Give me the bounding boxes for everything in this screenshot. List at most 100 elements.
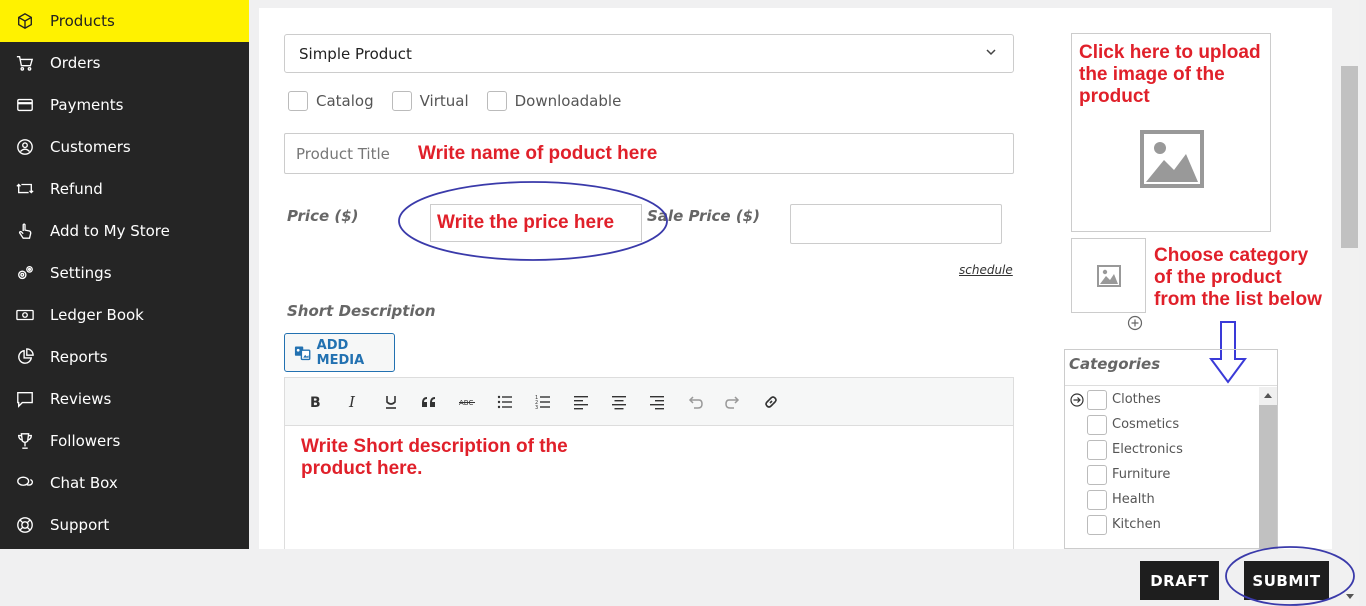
scroll-down-icon[interactable] <box>1345 593 1355 601</box>
redo-icon <box>725 395 740 409</box>
category-checkbox[interactable] <box>1087 489 1107 510</box>
editor-content[interactable]: Write Short description of the product h… <box>285 426 1013 490</box>
scroll-up-icon[interactable] <box>1263 391 1273 399</box>
align-right-icon <box>650 395 664 409</box>
sidebar-item-support[interactable]: Support <box>0 504 249 546</box>
pie-chart-icon <box>0 348 50 366</box>
add-gallery-image-icon[interactable] <box>1127 315 1143 331</box>
sidebar-item-followers[interactable]: Followers <box>0 420 249 462</box>
sidebar-item-label: Chat Box <box>50 474 118 492</box>
product-options: Catalog Virtual Downloadable <box>288 91 639 111</box>
money-icon <box>0 306 50 324</box>
bold-button[interactable]: B <box>296 387 334 417</box>
undo-icon <box>688 395 703 409</box>
bullet-list-icon <box>497 395 512 408</box>
category-item-cosmetics[interactable]: Cosmetics <box>1065 412 1261 437</box>
option-downloadable[interactable]: Downloadable <box>486 91 622 111</box>
sidebar-item-orders[interactable]: Orders <box>0 42 249 84</box>
undo-button[interactable] <box>676 387 714 417</box>
catalog-checkbox[interactable] <box>288 91 308 111</box>
downloadable-checkbox[interactable] <box>486 91 507 111</box>
title-annotation: Write name of poduct here <box>418 143 658 164</box>
sidebar-item-add-to-my-store[interactable]: Add to My Store <box>0 210 249 252</box>
expand-arrow-icon[interactable] <box>1070 393 1084 407</box>
align-center-icon <box>612 395 626 409</box>
sidebar-item-products[interactable]: Products <box>0 0 249 42</box>
categories-title: Categories <box>1065 350 1277 386</box>
underline-button[interactable] <box>372 387 410 417</box>
option-label: Virtual <box>419 92 469 110</box>
sale-price-input[interactable] <box>790 204 1002 244</box>
sidebar-item-customers[interactable]: Customers <box>0 126 249 168</box>
trophy-icon <box>0 432 50 450</box>
page-scrollbar-thumb[interactable] <box>1341 66 1358 248</box>
sidebar-item-label: Orders <box>50 54 101 72</box>
gallery-thumbnail[interactable] <box>1071 238 1146 313</box>
sidebar-item-label: Support <box>50 516 110 534</box>
align-left-button[interactable] <box>562 387 600 417</box>
category-item-clothes[interactable]: Clothes <box>1065 387 1261 412</box>
bullet-list-button[interactable] <box>486 387 524 417</box>
virtual-checkbox[interactable] <box>391 91 412 111</box>
sidebar-item-reports[interactable]: Reports <box>0 336 249 378</box>
sidebar-item-refund[interactable]: Refund <box>0 168 249 210</box>
schedule-link[interactable]: schedule <box>959 263 1013 277</box>
quote-icon <box>422 396 435 407</box>
category-checkbox[interactable] <box>1087 439 1107 460</box>
draft-button[interactable]: DRAFT <box>1140 561 1219 600</box>
chat-icon <box>0 474 50 492</box>
sidebar-item-settings[interactable]: Settings <box>0 252 249 294</box>
product-image-upload[interactable]: Click here to upload the image of the pr… <box>1071 33 1271 232</box>
align-left-icon <box>574 395 588 409</box>
underline-icon <box>386 395 396 409</box>
category-label: Electronics <box>1112 442 1183 457</box>
scrollbar-thumb[interactable] <box>1259 405 1277 549</box>
redo-button[interactable] <box>714 387 752 417</box>
page-scrollbar[interactable] <box>1340 0 1359 606</box>
italic-icon: I <box>348 394 356 410</box>
category-checkbox[interactable] <box>1087 389 1107 410</box>
image-placeholder-icon <box>1096 264 1121 287</box>
option-catalog[interactable]: Catalog <box>288 91 374 111</box>
sidebar-item-payments[interactable]: Payments <box>0 84 249 126</box>
categories-scrollbar[interactable] <box>1259 387 1277 549</box>
category-checkbox[interactable] <box>1087 464 1107 485</box>
add-media-button[interactable]: ADD MEDIA <box>284 333 395 372</box>
align-right-button[interactable] <box>638 387 676 417</box>
sidebar-item-label: Customers <box>50 138 131 156</box>
numbered-list-button[interactable]: 123 <box>524 387 562 417</box>
category-list: Clothes Cosmetics Electronics Furniture … <box>1065 387 1261 537</box>
category-item-kitchen[interactable]: Kitchen <box>1065 512 1261 537</box>
product-title-input[interactable]: Product Title Write name of poduct here <box>284 133 1014 174</box>
sidebar-item-ledger-book[interactable]: Ledger Book <box>0 294 249 336</box>
option-virtual[interactable]: Virtual <box>391 91 469 111</box>
short-description-editor: B I ABC 123 Write Short description of t… <box>284 377 1014 557</box>
sidebar-item-reviews[interactable]: Reviews <box>0 378 249 420</box>
category-item-health[interactable]: Health <box>1065 487 1261 512</box>
description-annotation: Write Short description of the product h… <box>301 436 568 479</box>
credit-card-icon <box>0 96 50 114</box>
chevron-down-icon <box>986 49 996 56</box>
italic-button[interactable]: I <box>334 387 372 417</box>
image-placeholder-icon <box>1140 130 1204 188</box>
align-center-button[interactable] <box>600 387 638 417</box>
strikethrough-button[interactable]: ABC <box>448 387 486 417</box>
strikethrough-icon: ABC <box>459 399 475 407</box>
insert-link-button[interactable] <box>752 387 790 417</box>
lifebuoy-icon <box>0 516 50 534</box>
product-type-select[interactable]: Simple Product <box>284 34 1014 73</box>
blockquote-button[interactable] <box>410 387 448 417</box>
comment-icon <box>0 390 50 408</box>
svg-text:I: I <box>348 394 356 410</box>
option-label: Catalog <box>316 92 374 110</box>
category-item-furniture[interactable]: Furniture <box>1065 462 1261 487</box>
category-checkbox[interactable] <box>1087 514 1107 535</box>
category-checkbox[interactable] <box>1087 414 1107 435</box>
submit-button[interactable]: SUBMIT <box>1244 561 1329 600</box>
price-input[interactable]: Write the price here <box>430 204 642 242</box>
category-item-electronics[interactable]: Electronics <box>1065 437 1261 462</box>
category-label: Kitchen <box>1112 517 1161 532</box>
sidebar-item-chat-box[interactable]: Chat Box <box>0 462 249 504</box>
sidebar-item-label: Reports <box>50 348 108 366</box>
option-label: Downloadable <box>514 92 622 110</box>
